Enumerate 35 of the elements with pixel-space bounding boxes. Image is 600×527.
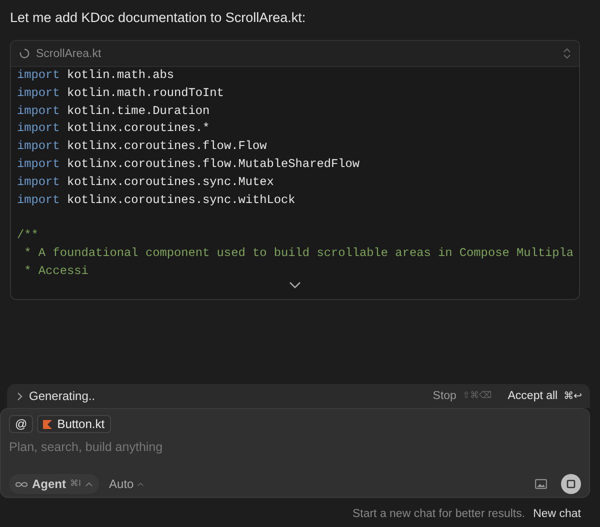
code-comment: * Accessi (23, 262, 90, 280)
code-line: import kotlinx.coroutines.sync.withLock (17, 192, 296, 209)
code-comment: /** (17, 227, 40, 244)
stop-shortcut: ⇧⌘⌫ (462, 391, 492, 401)
file-name: ScrollArea.kt (36, 48, 102, 60)
kotlin-file-icon (43, 420, 52, 428)
generating-status: Generating.. (29, 389, 96, 403)
chat-message: Let me add KDoc documentation to ScrollArea.kt: (10, 10, 307, 25)
image-icon[interactable] (535, 479, 547, 489)
code-comment: * A foundational component used to build scrollable areas in Compose Multipla (23, 244, 575, 262)
expand-icon[interactable] (563, 48, 571, 59)
stop-button[interactable]: Stop (432, 390, 456, 402)
mention-button[interactable]: @ (9, 415, 34, 433)
code-line: import kotlinx.coroutines.sync.Mutex (17, 174, 275, 191)
new-chat-link[interactable]: New chat (533, 508, 581, 520)
code-line: import kotlin.time.Duration (17, 102, 211, 120)
accept-all-button[interactable]: Accept all (508, 390, 558, 402)
agent-mode-button[interactable]: Agent ⌘I (9, 474, 100, 494)
context-file-chip[interactable]: Button.kt (37, 415, 111, 433)
caret-icon (136, 482, 144, 486)
code-line: import kotlinx.coroutines.flow.Flow (17, 138, 268, 156)
code-line: import kotlin.math.roundToInt (17, 84, 225, 102)
code-line: import kotlinx.coroutines.flow.MutableSharedFlow (17, 156, 361, 173)
caret-icon (85, 482, 94, 486)
accept-shortcut: ⌘↩ (564, 390, 582, 402)
infinity-icon (15, 480, 28, 488)
chevron-down-icon[interactable] (289, 281, 301, 289)
message-input[interactable]: Plan, search, build anything (9, 440, 309, 454)
code-line: import kotlin.math.abs (17, 67, 175, 84)
stop-generation-icon[interactable] (561, 474, 581, 494)
loading-icon (19, 48, 30, 59)
model-selector[interactable]: Auto (105, 477, 148, 491)
new-chat-hint: Start a new chat for better results. (352, 508, 526, 520)
code-line: import kotlinx.coroutines.* (17, 120, 211, 138)
chevron-right-icon[interactable] (17, 392, 23, 400)
